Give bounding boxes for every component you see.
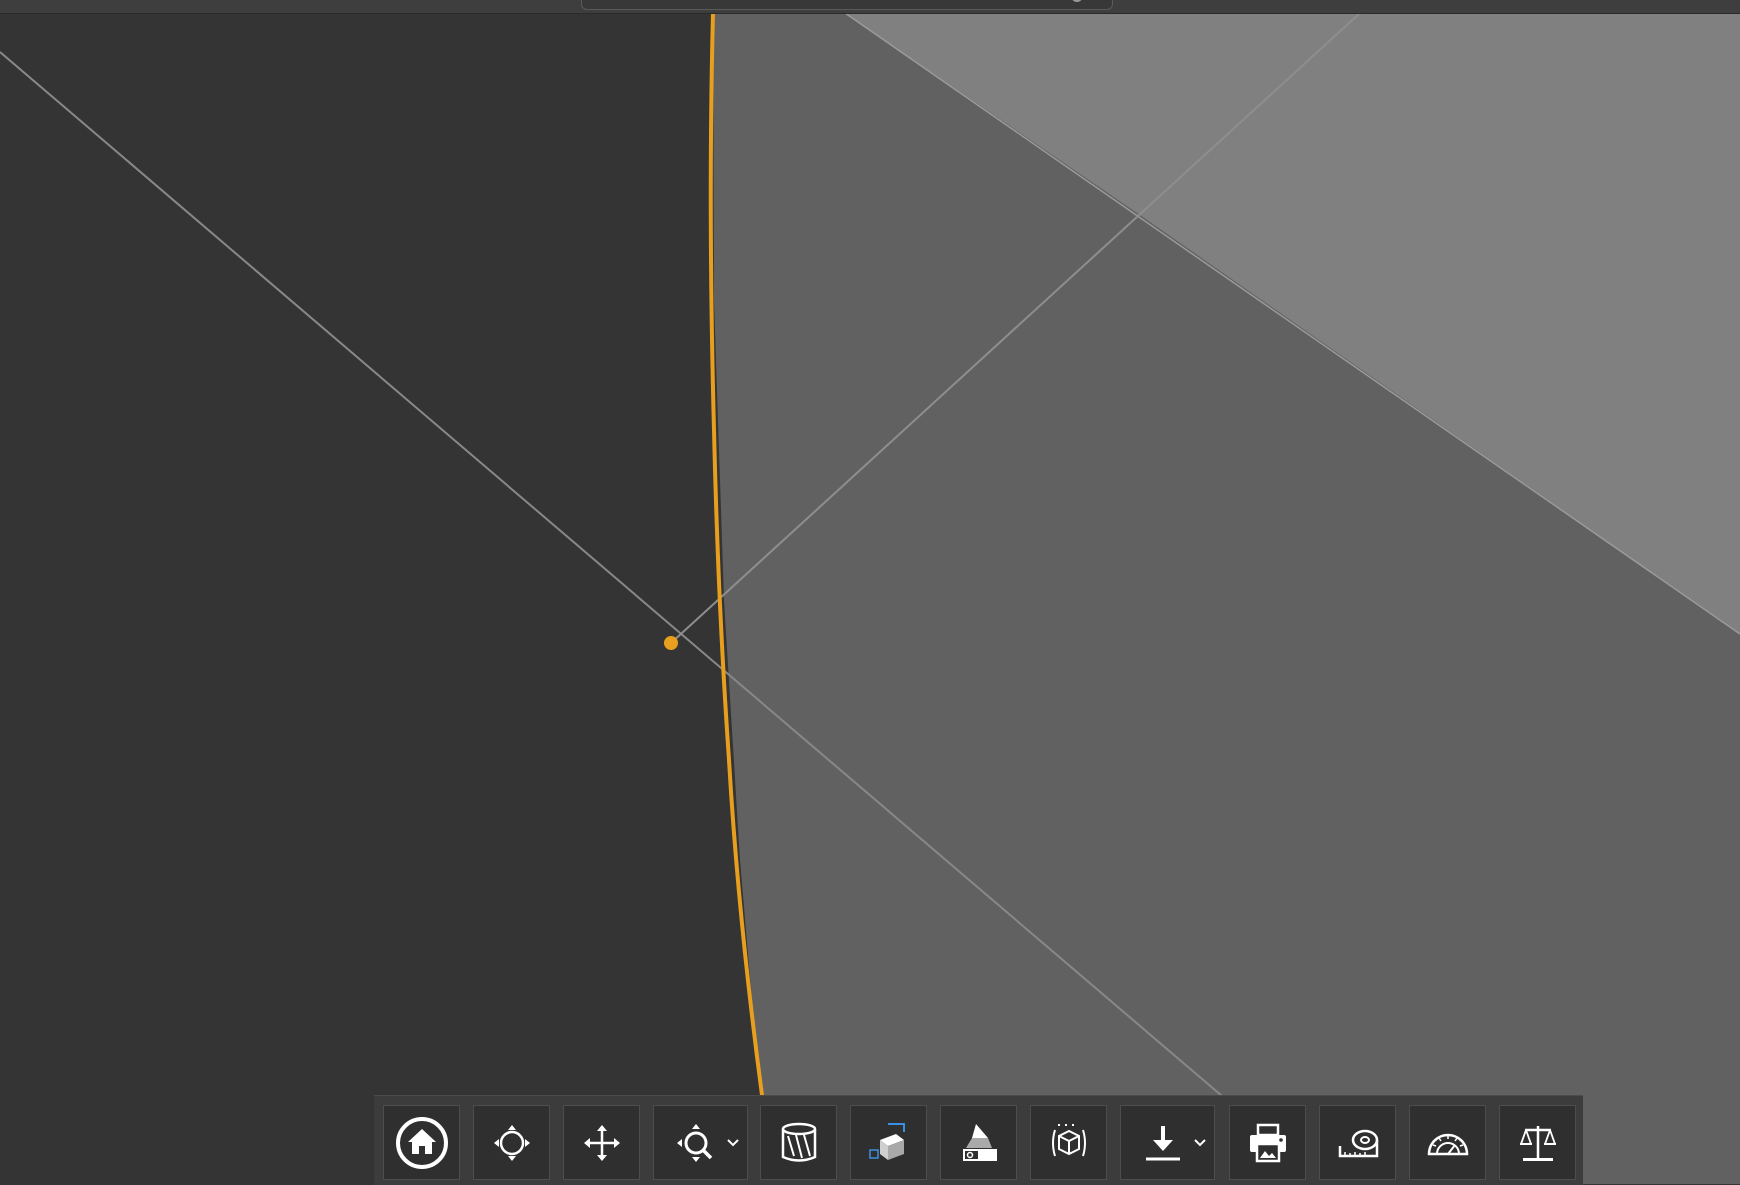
model-views-icon [1051,1123,1086,1156]
balance-scale-icon [1519,1125,1556,1161]
explode-model-icon [962,1123,997,1161]
model-views-button[interactable] [1030,1105,1107,1180]
explode-model-button[interactable] [940,1105,1017,1180]
print-icon [1249,1123,1286,1162]
top-bar [0,0,1740,14]
print-button[interactable] [1229,1105,1306,1180]
model-viewport[interactable] [0,0,1740,1184]
download-button[interactable] [1120,1105,1215,1180]
protractor-icon [1427,1133,1468,1155]
section-analysis-icon [781,1122,816,1162]
chevron-down-icon[interactable] [725,1134,741,1150]
chevron-down-icon[interactable] [1192,1134,1208,1150]
pan-button[interactable] [563,1105,640,1180]
orbit-button[interactable] [473,1105,550,1180]
selected-vertex-point[interactable] [664,636,678,650]
model-browser-button[interactable] [850,1105,927,1180]
download-icon [1146,1125,1180,1160]
zoom-icon [677,1123,713,1162]
section-analysis-button[interactable] [760,1105,837,1180]
properties-button[interactable] [1499,1105,1576,1180]
angle-button[interactable] [1409,1105,1486,1180]
home-icon [395,1116,448,1169]
pan-icon [583,1124,620,1161]
home-button[interactable] [383,1105,460,1180]
measure-tape-icon [1338,1129,1378,1157]
top-collapsed-panel-tab[interactable] [581,0,1113,10]
knob-icon [1072,0,1082,2]
model-browser-icon [868,1122,905,1160]
orbit-icon [493,1124,530,1161]
navigation-toolbar [374,1095,1583,1185]
measure-button[interactable] [1319,1105,1396,1180]
zoom-button[interactable] [653,1105,748,1180]
